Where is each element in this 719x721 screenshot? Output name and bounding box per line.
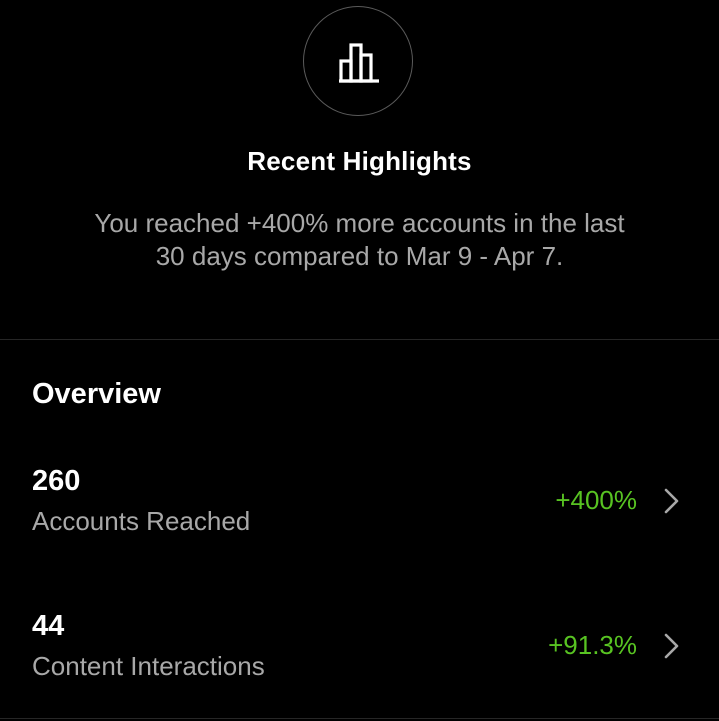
accounts-reached-value: 260: [32, 465, 81, 497]
content-interactions-label: Content Interactions: [32, 651, 265, 681]
content-interactions-change: +91.3%: [548, 630, 637, 660]
highlights-description-line-2: 30 days compared to Mar 9 - Apr 7.: [155, 241, 564, 271]
accounts-reached-label: Accounts Reached: [32, 506, 251, 536]
insights-icon-circle: [303, 6, 413, 116]
metric-row-content-interactions[interactable]: 44 Content Interactions +91.3%: [0, 610, 719, 720]
overview-title: Overview: [32, 378, 161, 410]
highlights-description-line-1: You reached +400% more accounts in the l…: [94, 208, 625, 238]
chevron-right-icon[interactable]: [661, 487, 681, 515]
recent-highlights-section: Recent Highlights You reached +400% more…: [0, 0, 719, 338]
chevron-right-icon[interactable]: [661, 632, 681, 660]
highlights-title: Recent Highlights: [247, 146, 472, 176]
accounts-reached-change: +400%: [555, 485, 637, 515]
bar-chart-icon: [339, 43, 379, 83]
metric-row-accounts-reached[interactable]: 260 Accounts Reached +400%: [0, 465, 719, 575]
highlights-description: You reached +400% more accounts in the l…: [60, 207, 659, 273]
section-divider: [0, 339, 719, 340]
bottom-divider: [0, 718, 719, 719]
content-interactions-value: 44: [32, 610, 65, 642]
